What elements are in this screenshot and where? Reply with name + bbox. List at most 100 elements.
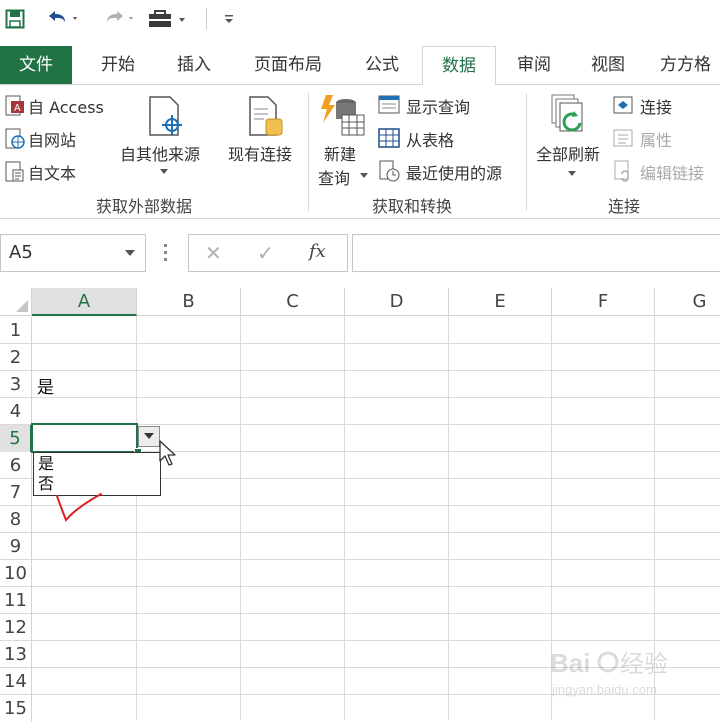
row-header-15[interactable]: 15 [0, 695, 32, 722]
chevron-down-icon [144, 433, 154, 439]
properties-icon [613, 129, 633, 147]
row-header-3[interactable]: 3 [0, 371, 32, 398]
customize-qat-icon[interactable] [220, 6, 238, 32]
refresh-all-button[interactable]: 全部刷新 [532, 91, 610, 187]
tab-page-layout[interactable]: 页面布局 [240, 46, 336, 84]
row-header-7[interactable]: 7 [0, 479, 32, 506]
other-sources-icon [149, 96, 182, 136]
row-header-8[interactable]: 8 [0, 506, 32, 533]
from-text-label: 自文本 [28, 164, 77, 183]
svg-text:jingyan.baidu.com: jingyan.baidu.com [551, 682, 657, 697]
name-box[interactable]: A5 [0, 234, 146, 272]
enter-icon[interactable]: ✓ [257, 241, 274, 265]
tab-addin[interactable]: 方方格 [660, 46, 720, 84]
ribbon-tab-bar: 文件 开始 插入 页面布局 公式 数据 审阅 视图 方方格 [0, 46, 720, 86]
active-cell-a5[interactable] [31, 423, 138, 453]
refresh-all-label: 全部刷新 [536, 145, 601, 164]
svg-text:经验: 经验 [620, 651, 668, 678]
column-header-d[interactable]: D [345, 288, 449, 316]
svg-text:A: A [14, 103, 21, 114]
chevron-down-icon [360, 173, 368, 178]
column-header-g[interactable]: G [655, 288, 720, 316]
formula-bar-area: A5 ✕ ✓ fx [0, 228, 720, 280]
recent-sources-button[interactable]: 最近使用的源 [378, 159, 518, 183]
tab-file[interactable]: 文件 [0, 46, 72, 84]
from-web-label: 自网站 [28, 131, 77, 150]
from-other-sources-button[interactable]: 自其他来源 [118, 91, 210, 187]
row-header-6[interactable]: 6 [0, 452, 32, 479]
show-queries-label: 显示查询 [406, 98, 471, 117]
annotation-checkmark-icon [56, 493, 102, 522]
tab-data[interactable]: 数据 [422, 46, 496, 86]
baidu-watermark: Bai 经验 jingyan.baidu.com [548, 642, 716, 702]
dropdown-option-no[interactable]: 否 [38, 474, 54, 494]
row-header-11[interactable]: 11 [0, 587, 32, 614]
group-label-connections: 连接 [608, 197, 641, 216]
recent-sources-icon [379, 160, 400, 182]
ribbon-data: A 自 Access 自网站 自文本 自其他来源 现有连接 获取外部数据 新建 … [0, 85, 720, 219]
connections-icon [613, 96, 633, 114]
dropdown-option-yes[interactable]: 是 [38, 454, 54, 474]
select-all-icon [16, 300, 28, 312]
group-label-get-transform: 获取和转换 [372, 197, 453, 216]
insert-function-icon[interactable]: fx [309, 241, 326, 262]
name-box-value: A5 [9, 242, 33, 263]
formula-input[interactable] [352, 234, 720, 272]
new-query-label-2: 查询 [318, 169, 351, 188]
properties-button[interactable]: 属性 [612, 126, 712, 150]
column-header-a[interactable]: A [32, 288, 137, 316]
group-separator [526, 93, 527, 211]
cell-a3[interactable]: 是 [37, 373, 54, 398]
group-separator [308, 93, 309, 211]
from-web-button[interactable]: 自网站 [4, 126, 94, 150]
redo-icon[interactable] [98, 6, 138, 32]
new-query-label-1: 新建 [324, 145, 357, 164]
from-access-button[interactable]: A 自 Access [4, 93, 112, 117]
web-icon [5, 128, 25, 149]
row-header-5[interactable]: 5 [0, 425, 32, 452]
text-file-icon [5, 161, 24, 182]
mouse-pointer-icon [159, 440, 176, 466]
tab-insert[interactable]: 插入 [162, 46, 226, 84]
quick-access-toolbar [0, 0, 720, 38]
cancel-icon[interactable]: ✕ [205, 241, 222, 265]
row-header-12[interactable]: 12 [0, 614, 32, 641]
chevron-down-icon [125, 250, 135, 256]
from-text-button[interactable]: 自文本 [4, 159, 94, 183]
row-header-4[interactable]: 4 [0, 398, 32, 425]
column-header-f[interactable]: F [552, 288, 655, 316]
formula-buttons: ✕ ✓ fx [188, 234, 348, 272]
row-header-13[interactable]: 13 [0, 641, 32, 668]
show-queries-button[interactable]: 显示查询 [378, 93, 498, 117]
from-other-sources-label: 自其他来源 [120, 145, 201, 164]
existing-connections-button[interactable]: 现有连接 [224, 91, 304, 164]
row-header-14[interactable]: 14 [0, 668, 32, 695]
undo-icon[interactable] [42, 6, 82, 32]
refresh-all-icon [551, 94, 583, 132]
tab-formulas[interactable]: 公式 [350, 46, 414, 84]
column-header-c[interactable]: C [241, 288, 345, 316]
row-header-9[interactable]: 9 [0, 533, 32, 560]
edit-links-icon [614, 160, 629, 182]
column-header-e[interactable]: E [449, 288, 552, 316]
from-table-button[interactable]: 从表格 [378, 126, 478, 150]
edit-links-button[interactable]: 编辑链接 [612, 159, 720, 183]
existing-connections-label: 现有连接 [228, 145, 293, 164]
connections-button[interactable]: 连接 [612, 93, 712, 117]
chevron-down-icon [160, 169, 168, 174]
new-query-button[interactable]: 新建 查询 [316, 91, 374, 188]
formula-bar-grip[interactable] [164, 242, 168, 262]
tab-view[interactable]: 视图 [576, 46, 640, 84]
row-header-1[interactable]: 1 [0, 317, 32, 344]
select-all-corner[interactable] [0, 288, 32, 316]
row-header-2[interactable]: 2 [0, 344, 32, 371]
worksheet-grid: A B C D E F G 1 2 3 4 5 6 7 8 9 10 11 12… [0, 288, 720, 722]
row-header-10[interactable]: 10 [0, 560, 32, 587]
tab-home[interactable]: 开始 [86, 46, 150, 84]
svg-text:Bai: Bai [550, 648, 590, 678]
tab-review[interactable]: 审阅 [502, 46, 566, 84]
data-validation-dropdown-button[interactable] [138, 426, 160, 447]
toolbox-icon[interactable] [146, 6, 190, 32]
save-icon[interactable] [2, 6, 28, 32]
column-header-b[interactable]: B [137, 288, 241, 316]
